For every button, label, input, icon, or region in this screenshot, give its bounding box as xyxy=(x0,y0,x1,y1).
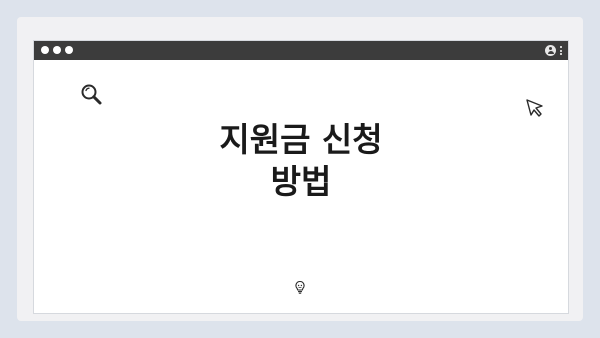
lightbulb-icon xyxy=(295,280,305,294)
page-title: 지원금 신청 방법 xyxy=(34,119,568,203)
kebab-menu-icon[interactable] xyxy=(560,46,562,55)
window-titlebar xyxy=(34,41,568,60)
search-icon xyxy=(81,84,102,105)
page-title-line2: 방법 xyxy=(270,162,332,201)
browser-window: 지원금 신청 방법 xyxy=(33,40,569,314)
user-icon[interactable] xyxy=(545,45,556,56)
page-title-line1: 지원금 신청 xyxy=(219,120,383,159)
titlebar-actions xyxy=(545,43,562,58)
window-controls xyxy=(41,46,73,54)
close-button[interactable] xyxy=(41,46,49,54)
maximize-button[interactable] xyxy=(65,46,73,54)
cursor-icon xyxy=(526,99,543,117)
minimize-button[interactable] xyxy=(53,46,61,54)
